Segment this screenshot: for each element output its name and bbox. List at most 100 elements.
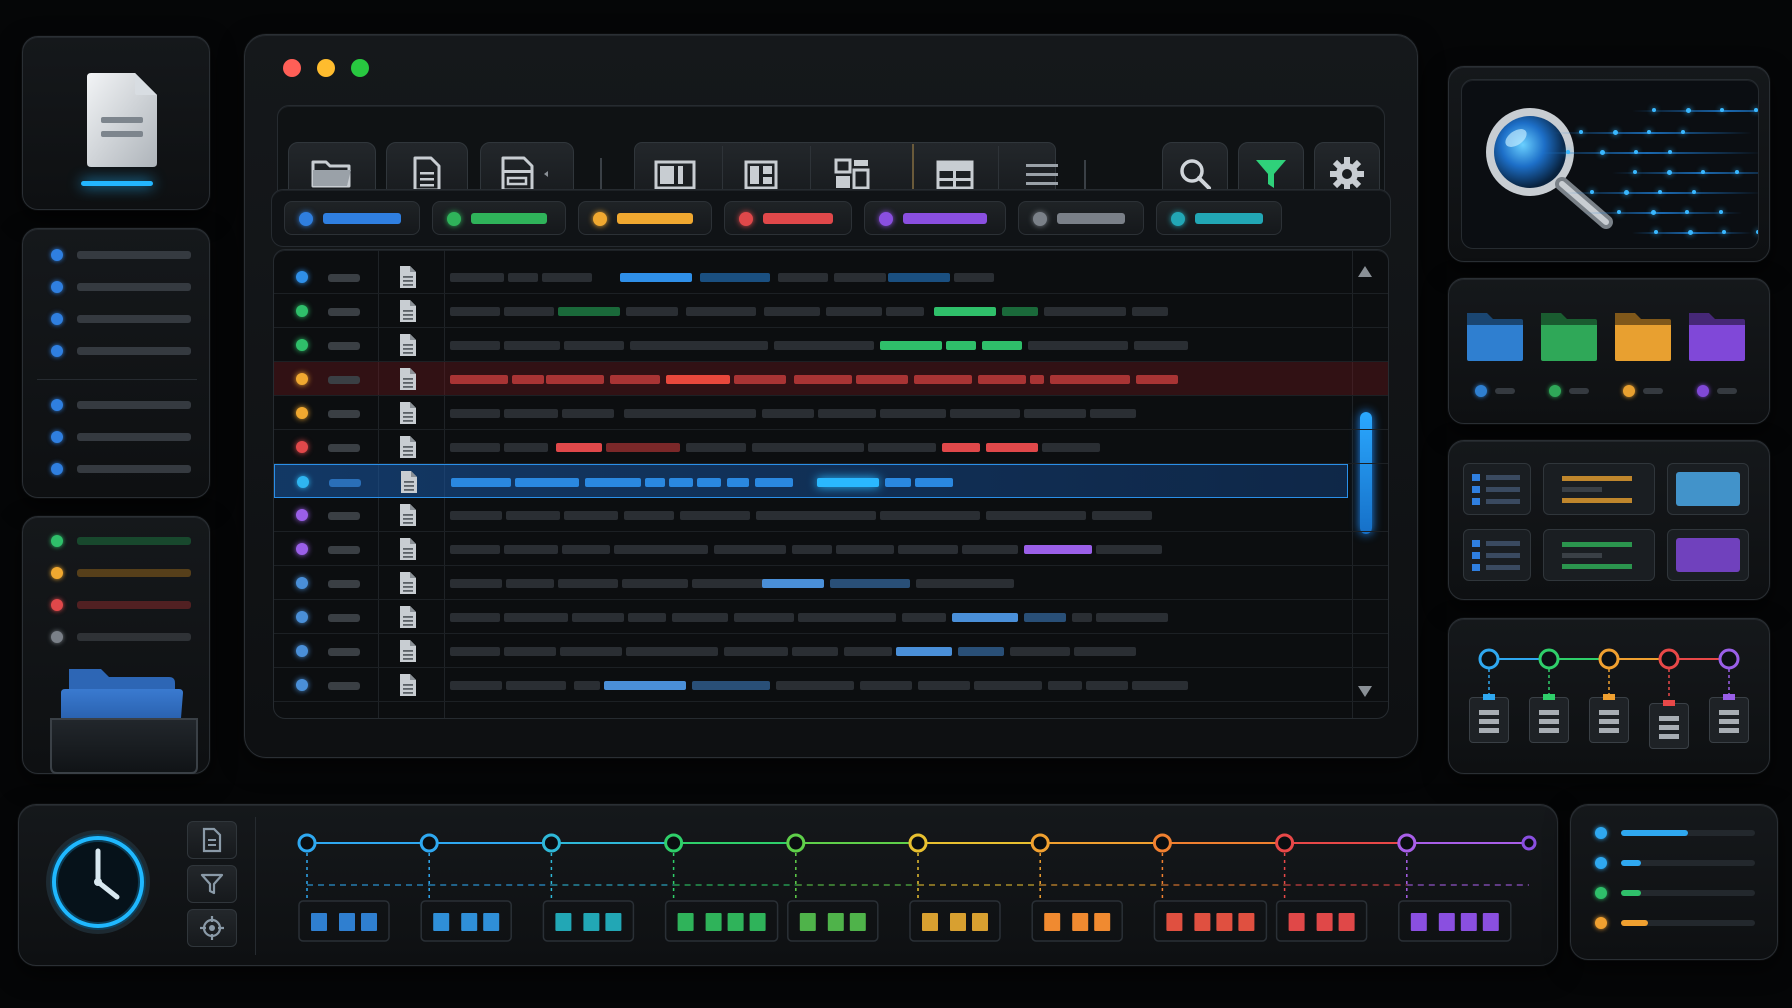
timeline-event-block[interactable] — [583, 913, 600, 931]
timeline-event-block[interactable] — [922, 913, 938, 931]
close-window-button[interactable] — [283, 59, 301, 77]
timeline-event-block[interactable] — [849, 913, 866, 931]
timeline-node[interactable] — [786, 833, 806, 853]
search-preview-card[interactable] — [1448, 66, 1770, 262]
layout-tile[interactable] — [1463, 463, 1531, 515]
blue-folder-icon[interactable] — [1465, 307, 1525, 363]
status-item-bar[interactable] — [77, 569, 191, 577]
timeline-event-block[interactable] — [1288, 913, 1305, 931]
timeline-event-block[interactable] — [461, 913, 478, 931]
folder-icon[interactable] — [49, 663, 199, 775]
timeline-node[interactable] — [1521, 835, 1537, 851]
timeline-event-block[interactable] — [1194, 913, 1211, 931]
workflow-document-icon[interactable] — [1529, 694, 1569, 743]
timeline-node[interactable] — [664, 833, 684, 853]
table-row[interactable] — [274, 260, 1388, 294]
timeline-event-block[interactable] — [1044, 913, 1061, 931]
zoom-window-button[interactable] — [351, 59, 369, 77]
orange-folder-icon[interactable] — [1613, 307, 1673, 363]
timeline-event-block[interactable] — [1338, 913, 1355, 931]
timeline-event-block[interactable] — [677, 913, 694, 931]
workflow-node[interactable] — [1658, 648, 1680, 670]
table-row[interactable] — [274, 498, 1388, 532]
list-layout-button[interactable] — [1026, 162, 1058, 188]
timeline-event-block[interactable] — [1316, 913, 1333, 931]
split-layout-button[interactable] — [744, 160, 778, 190]
filter-chip-purple[interactable] — [864, 201, 1006, 235]
workflow-node[interactable] — [1718, 648, 1740, 670]
list-item-bar[interactable] — [77, 315, 191, 323]
timeline-event-block[interactable] — [483, 913, 500, 931]
timeline-event-block[interactable] — [605, 913, 622, 931]
timeline-event-block[interactable] — [1216, 913, 1233, 931]
layout-tile[interactable] — [1543, 463, 1655, 515]
minimize-window-button[interactable] — [317, 59, 335, 77]
timeline-event-block[interactable] — [311, 913, 327, 931]
table-row[interactable] — [274, 600, 1388, 634]
grid-layout-button[interactable] — [834, 158, 870, 190]
timeline-target-button[interactable] — [187, 909, 237, 947]
columns-layout-button[interactable] — [654, 160, 696, 190]
timeline-event-block[interactable] — [555, 913, 572, 931]
timeline-event-block[interactable] — [705, 913, 722, 931]
timeline-event-block[interactable] — [799, 913, 816, 931]
list-item-bar[interactable] — [77, 433, 191, 441]
table-row[interactable] — [274, 362, 1388, 396]
workflow-document-icon[interactable] — [1469, 694, 1509, 743]
timeline-event-block[interactable] — [1094, 913, 1111, 931]
purple-folder-icon[interactable] — [1687, 307, 1747, 363]
timeline-filter-button[interactable] — [187, 865, 237, 903]
document-card[interactable] — [22, 36, 210, 210]
timeline-event-block[interactable] — [727, 913, 744, 931]
timeline-event-block[interactable] — [1460, 913, 1477, 931]
timeline-event-block[interactable] — [361, 913, 377, 931]
filter-chip-teal[interactable] — [1156, 201, 1282, 235]
list-item-bar[interactable] — [77, 251, 191, 259]
timeline-event-block[interactable] — [972, 913, 988, 931]
filter-chip-orange[interactable] — [578, 201, 712, 235]
timeline-event-block[interactable] — [339, 913, 355, 931]
status-item-bar[interactable] — [77, 633, 191, 641]
workflow-node[interactable] — [1538, 648, 1560, 670]
table-row[interactable] — [274, 464, 1348, 498]
green-folder-icon[interactable] — [1539, 307, 1599, 363]
workflow-document-icon[interactable] — [1649, 700, 1689, 749]
timeline-node[interactable] — [419, 833, 439, 853]
filter-chip-red[interactable] — [724, 201, 852, 235]
layout-tile[interactable] — [1667, 463, 1749, 515]
table-row[interactable] — [274, 532, 1388, 566]
filter-chip-gray[interactable] — [1018, 201, 1144, 235]
layout-tile[interactable] — [1667, 529, 1749, 581]
status-item-bar[interactable] — [77, 537, 191, 545]
status-item-bar[interactable] — [77, 601, 191, 609]
workflow-document-icon[interactable] — [1589, 694, 1629, 743]
timeline-node[interactable] — [541, 833, 561, 853]
table-row[interactable] — [274, 328, 1388, 362]
timeline-event-block[interactable] — [1438, 913, 1455, 931]
timeline-node[interactable] — [1275, 833, 1295, 853]
timeline-node[interactable] — [297, 833, 317, 853]
timeline-document-button[interactable] — [187, 821, 237, 859]
timeline-event-block[interactable] — [1166, 913, 1183, 931]
table-row[interactable] — [274, 396, 1388, 430]
workflow-node[interactable] — [1478, 648, 1500, 670]
timeline-event-block[interactable] — [827, 913, 844, 931]
workflow-document-icon[interactable] — [1709, 694, 1749, 743]
layout-tile[interactable] — [1463, 529, 1531, 581]
table-row[interactable] — [274, 294, 1388, 328]
filter-chip-green[interactable] — [432, 201, 566, 235]
timeline-event-block[interactable] — [1238, 913, 1255, 931]
timeline-node[interactable] — [1030, 833, 1050, 853]
list-item-bar[interactable] — [77, 283, 191, 291]
layout-tile[interactable] — [1543, 529, 1655, 581]
table-row[interactable] — [274, 634, 1388, 668]
timeline-event-block[interactable] — [1482, 913, 1499, 931]
workflow-node[interactable] — [1598, 648, 1620, 670]
table-row[interactable] — [274, 668, 1388, 702]
list-item-bar[interactable] — [77, 465, 191, 473]
timeline-node[interactable] — [908, 833, 928, 853]
timeline-event-block[interactable] — [433, 913, 450, 931]
filter-chip-blue[interactable] — [284, 201, 420, 235]
list-item-bar[interactable] — [77, 347, 191, 355]
timeline-event-block[interactable] — [749, 913, 766, 931]
